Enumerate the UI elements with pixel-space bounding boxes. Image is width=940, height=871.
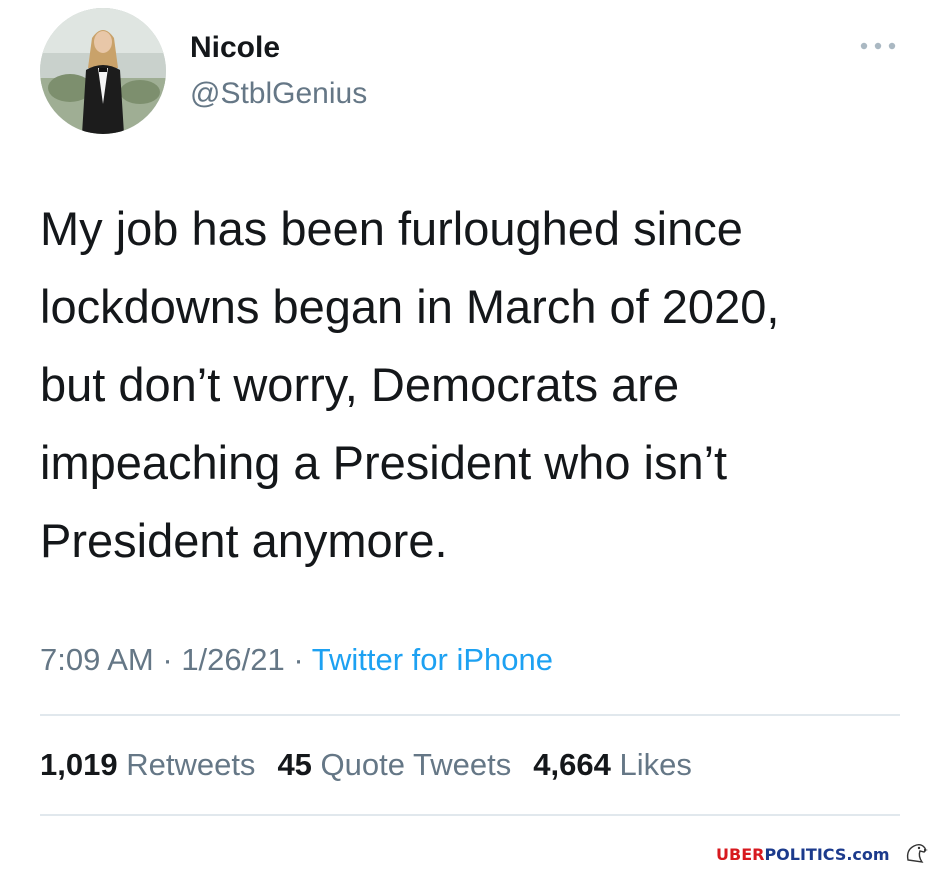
quote-tweets-count: 45: [277, 747, 312, 782]
likes-stat[interactable]: 4,664 Likes: [533, 745, 692, 785]
separator: ·: [284, 642, 312, 677]
watermark-part1: UBER: [716, 845, 765, 864]
quote-tweets-label: Quote Tweets: [320, 747, 512, 782]
likes-label: Likes: [619, 747, 692, 782]
divider: [40, 714, 900, 716]
tweet-text-line: President anymore.: [40, 514, 448, 567]
more-options-icon[interactable]: [856, 36, 900, 56]
tweet-text-line: My job has been furloughed since: [40, 202, 743, 255]
eagle-icon: [902, 838, 930, 866]
avatar[interactable]: [40, 8, 166, 134]
display-name[interactable]: Nicole: [190, 30, 280, 66]
user-handle[interactable]: @StblGenius: [190, 76, 367, 112]
quote-tweets-stat[interactable]: 45 Quote Tweets: [277, 745, 511, 785]
tweet-date[interactable]: 1/26/21: [181, 642, 284, 677]
tweet-metadata: 7:09 AM · 1/26/21 · Twitter for iPhone: [40, 640, 553, 680]
tweet-text-line: lockdowns began in March of 2020,: [40, 280, 780, 333]
retweets-label: Retweets: [126, 747, 256, 782]
retweets-stat[interactable]: 1,019 Retweets: [40, 745, 255, 785]
watermark: UBERPOLITICS.com: [716, 846, 890, 864]
tweet-text: My job has been furloughed since lockdow…: [40, 190, 910, 580]
likes-count: 4,664: [533, 747, 611, 782]
watermark-part2: POLITICS.com: [764, 845, 890, 864]
separator: ·: [153, 642, 182, 677]
avatar-photo: [40, 8, 166, 134]
divider: [40, 814, 900, 816]
tweet-text-line: impeaching a President who isn’t: [40, 436, 728, 489]
retweets-count: 1,019: [40, 747, 118, 782]
tweet-text-line: but don’t worry, Democrats are: [40, 358, 680, 411]
tweet-source-link[interactable]: Twitter for iPhone: [312, 642, 553, 677]
tweet-time[interactable]: 7:09 AM: [40, 642, 154, 677]
engagement-stats: 1,019 Retweets 45 Quote Tweets 4,664 Likes: [40, 745, 714, 785]
